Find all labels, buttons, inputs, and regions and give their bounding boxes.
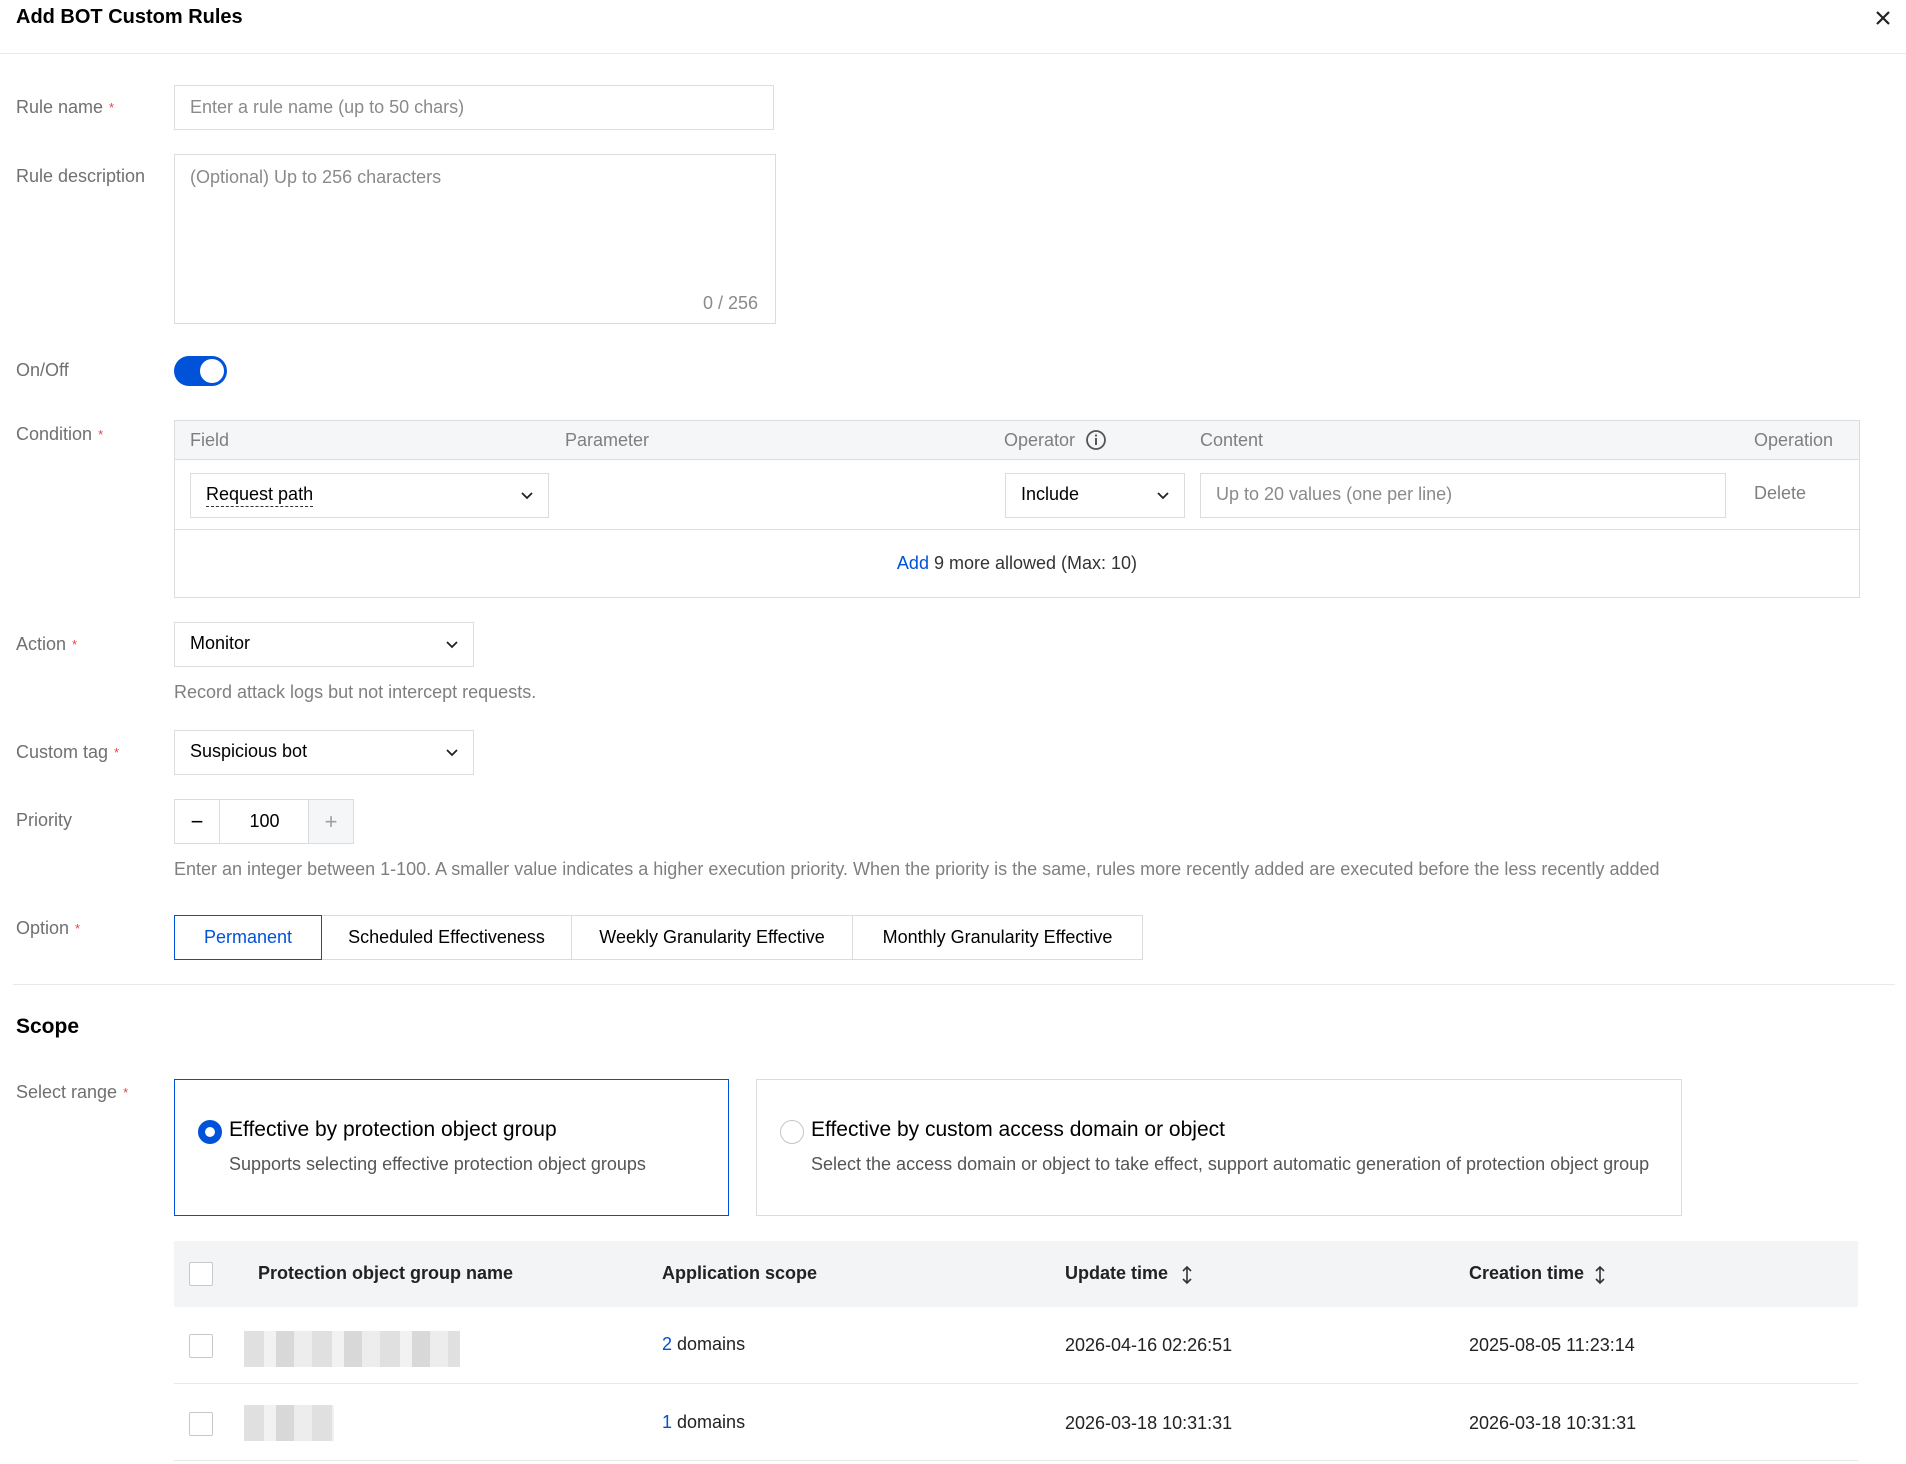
table-row: 2 domains <box>662 1334 745 1355</box>
col-operator: Operator <box>1004 430 1076 450</box>
add-condition-note: 9 more allowed (Max: 10) <box>933 553 1138 573</box>
creation-time-cell: 2025-08-05 11:23:14 <box>1469 1335 1635 1355</box>
rule-name-placeholder: Enter a rule name (up to 50 chars) <box>190 97 465 117</box>
scope-suffix: domains <box>677 1334 746 1354</box>
dialog-title: Add BOT Custom Rules <box>16 6 243 28</box>
scope-title: Scope <box>16 1015 80 1038</box>
custom-tag-label: Custom tag * <box>16 742 120 762</box>
scope-option-desc: Select the access domain or object to ta… <box>811 1154 1650 1174</box>
select-range-label: Select range * <box>16 1082 129 1102</box>
content-input[interactable]: Up to 20 values (one per line) <box>1200 473 1726 518</box>
section-divider <box>13 984 1895 985</box>
row-divider <box>174 1383 1858 1384</box>
rule-name-label: Rule name * <box>16 97 115 117</box>
content-placeholder: Up to 20 values (one per line) <box>1216 484 1453 504</box>
priority-label: Priority <box>16 810 73 830</box>
tab-weekly[interactable]: Weekly Granularity Effective <box>571 915 853 960</box>
operator-select[interactable]: Include <box>1005 473 1185 518</box>
field-select[interactable]: Request path <box>190 473 549 518</box>
char-counter: 0 / 256 <box>702 293 758 313</box>
priority-stepper: − 100 + <box>174 799 354 844</box>
priority-value[interactable]: 100 <box>220 800 309 843</box>
col-field: Field <box>190 430 230 450</box>
domain-count-link[interactable]: 1 <box>662 1412 672 1432</box>
field-select-value: Request path <box>206 484 314 507</box>
operator-select-value: Include <box>1021 484 1080 504</box>
chevron-down-icon <box>521 492 533 500</box>
rule-description-placeholder: (Optional) Up to 256 characters <box>190 167 442 187</box>
action-select[interactable]: Monitor <box>174 622 474 667</box>
radio-selected[interactable] <box>198 1120 222 1144</box>
condition-label: Condition * <box>16 424 104 444</box>
chevron-down-icon <box>446 749 458 757</box>
col-content: Content <box>1200 430 1264 450</box>
on-off-label: On/Off <box>16 360 69 380</box>
col-group-name: Protection object group name <box>258 1263 514 1283</box>
condition-row-divider <box>175 529 1859 530</box>
add-condition-link[interactable]: Add <box>897 553 929 573</box>
option-label: Option * <box>16 918 81 938</box>
condition-table: Field Parameter Operator Content Operati… <box>174 420 1860 598</box>
custom-tag-select[interactable]: Suspicious bot <box>174 730 474 775</box>
col-update-time[interactable]: Update time <box>1065 1263 1168 1284</box>
header-divider <box>0 53 1906 54</box>
col-parameter: Parameter <box>565 430 650 450</box>
condition-table-header: Field Parameter Operator Content Operati… <box>175 421 1859 460</box>
row-checkbox[interactable] <box>189 1412 213 1436</box>
chevron-down-icon <box>1157 492 1169 500</box>
scope-option-desc: Supports selecting effective protection … <box>229 1154 646 1174</box>
update-time-cell: 2026-04-16 02:26:51 <box>1065 1335 1233 1355</box>
redacted-group-name <box>244 1331 460 1367</box>
groups-table-header: Protection object group name Application… <box>174 1241 1858 1307</box>
on-off-toggle[interactable] <box>174 356 227 386</box>
creation-time-cell: 2026-03-18 10:31:31 <box>1469 1413 1637 1433</box>
col-application-scope: Application scope <box>662 1263 818 1283</box>
scope-option-title: Effective by protection object group <box>229 1118 557 1141</box>
scope-option-title: Effective by custom access domain or obj… <box>811 1118 1225 1141</box>
rule-name-input[interactable]: Enter a rule name (up to 50 chars) <box>174 85 774 130</box>
rule-description-label: Rule description <box>16 166 146 186</box>
chevron-down-icon <box>446 641 458 649</box>
info-icon[interactable] <box>1085 429 1107 451</box>
action-select-value: Monitor <box>190 633 251 653</box>
col-operation: Operation <box>1754 430 1834 450</box>
add-condition-row: Add 9 more allowed (Max: 10) <box>175 553 1859 574</box>
table-row: 1 domains <box>662 1412 745 1433</box>
toggle-knob <box>200 359 224 383</box>
select-all-checkbox[interactable] <box>189 1262 213 1286</box>
redacted-group-name <box>244 1405 334 1441</box>
domain-count-link[interactable]: 2 <box>662 1334 672 1354</box>
row-divider <box>174 1460 1858 1461</box>
radio-unselected[interactable] <box>780 1120 804 1144</box>
tab-scheduled[interactable]: Scheduled Effectiveness <box>321 915 572 960</box>
decrement-button[interactable]: − <box>175 800 220 843</box>
scope-suffix: domains <box>677 1412 746 1432</box>
tab-monthly[interactable]: Monthly Granularity Effective <box>852 915 1143 960</box>
close-icon[interactable] <box>1871 6 1895 30</box>
delete-link[interactable]: Delete <box>1754 483 1806 504</box>
sort-icon[interactable] <box>1594 1265 1606 1285</box>
custom-tag-select-value: Suspicious bot <box>190 741 308 761</box>
update-time-cell: 2026-03-18 10:31:31 <box>1065 1413 1233 1433</box>
increment-button[interactable]: + <box>308 800 353 843</box>
tab-permanent[interactable]: Permanent <box>174 915 322 960</box>
scope-option-custom[interactable]: Effective by custom access domain or obj… <box>756 1079 1682 1216</box>
action-label: Action * <box>16 634 78 654</box>
action-hint: Record attack logs but not intercept req… <box>174 682 537 702</box>
priority-hint: Enter an integer between 1-100. A smalle… <box>174 859 1660 879</box>
row-checkbox[interactable] <box>189 1334 213 1358</box>
sort-icon[interactable] <box>1181 1265 1193 1285</box>
scope-option-group[interactable]: Effective by protection object group Sup… <box>174 1079 729 1216</box>
col-creation-time[interactable]: Creation time <box>1469 1263 1584 1284</box>
rule-description-textarea[interactable]: (Optional) Up to 256 characters 0 / 256 <box>174 154 776 324</box>
